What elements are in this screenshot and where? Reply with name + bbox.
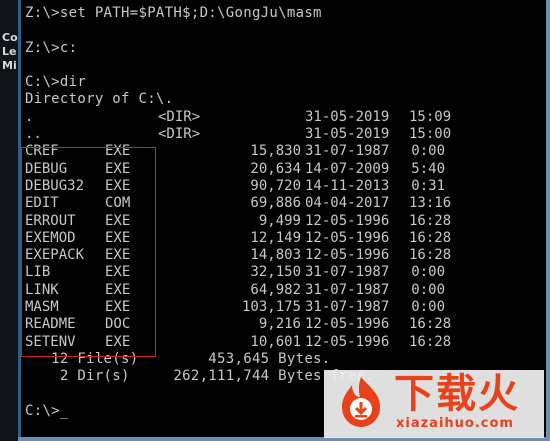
- dir-row: . <DIR> 31-05-2019 15:09: [25, 109, 545, 126]
- entry-name: .: [25, 108, 34, 125]
- file-size: 9,499: [258, 212, 301, 229]
- entry-date: 31-05-2019: [305, 108, 390, 125]
- file-size: 90,720: [250, 177, 301, 194]
- entry-name: ..: [25, 126, 42, 143]
- watermark-badge: 下载火 xiazaihuo.com: [324, 370, 544, 438]
- dir-row: .. <DIR> 31-05-2019 15:00: [25, 126, 545, 143]
- command-line: Z:\>set PATH=$PATH$;D:\GongJu\masm: [25, 5, 322, 21]
- file-date: 12-05-1996: [305, 333, 390, 350]
- file-time: 0:31: [411, 177, 445, 194]
- directory-header: Directory of C:\.: [25, 91, 174, 108]
- file-date: 12-05-1996: [305, 316, 390, 333]
- file-date: 31-07-1987: [305, 264, 390, 281]
- file-size: 9,216: [258, 316, 301, 333]
- window-right-border: [546, 0, 550, 441]
- file-date: 14-11-2013: [305, 177, 390, 194]
- left-fragment-1: Co: [2, 31, 18, 44]
- command-line: Z:\>c:: [25, 39, 78, 56]
- file-date: 31-07-1987: [305, 299, 390, 316]
- file-size: 15,830: [250, 143, 301, 160]
- file-size: 69,886: [250, 195, 301, 212]
- file-size: 32,150: [250, 264, 301, 281]
- watermark-url: xiazaihuo.com: [396, 416, 514, 431]
- entry-time: 15:09: [409, 108, 452, 125]
- left-fragment-2: Le: [2, 45, 17, 58]
- file-size: 14,803: [250, 247, 301, 264]
- file-date: 31-07-1987: [305, 281, 390, 298]
- file-time: 16:28: [409, 247, 452, 264]
- file-size: 64,982: [250, 281, 301, 298]
- flame-logo-icon: [342, 377, 380, 427]
- file-date: 12-05-1996: [305, 247, 390, 264]
- file-size: 103,175: [241, 299, 301, 316]
- file-date: 14-07-2009: [305, 160, 390, 177]
- file-time: 13:16: [409, 195, 452, 212]
- file-time: 0:00: [411, 299, 445, 316]
- file-time: 16:28: [409, 229, 452, 246]
- file-size: 12,149: [250, 229, 301, 246]
- watermark-title: 下载火: [394, 371, 520, 417]
- file-size: 20,634: [250, 160, 301, 177]
- left-fragment-3: Mi: [2, 59, 17, 72]
- command-line: C:\>dir: [25, 74, 87, 91]
- dosbox-window: Co Le Mi Z:\>set PATH=$PATH$;D:\GongJu\m…: [0, 0, 550, 441]
- highlight-rectangle: [21, 147, 156, 357]
- file-date: 12-05-1996: [305, 212, 390, 229]
- file-time: 5:40: [411, 160, 445, 177]
- entry-time: 15:00: [409, 126, 452, 143]
- file-time: 0:00: [411, 264, 445, 281]
- background-window-strip: Co Le Mi: [0, 0, 18, 441]
- entry-date: 31-05-2019: [305, 126, 390, 143]
- file-time: 0:00: [411, 143, 445, 160]
- file-time: 16:28: [409, 316, 452, 333]
- file-date: 12-05-1996: [305, 229, 390, 246]
- file-size: 10,601: [250, 333, 301, 350]
- entry-size: <DIR>: [158, 126, 201, 143]
- file-time: 16:28: [409, 212, 452, 229]
- file-date: 04-04-2017: [305, 195, 390, 212]
- file-date: 31-07-1987: [305, 143, 390, 160]
- entry-size: <DIR>: [158, 108, 201, 125]
- file-time: 16:28: [409, 333, 452, 350]
- file-time: 0:00: [411, 281, 445, 298]
